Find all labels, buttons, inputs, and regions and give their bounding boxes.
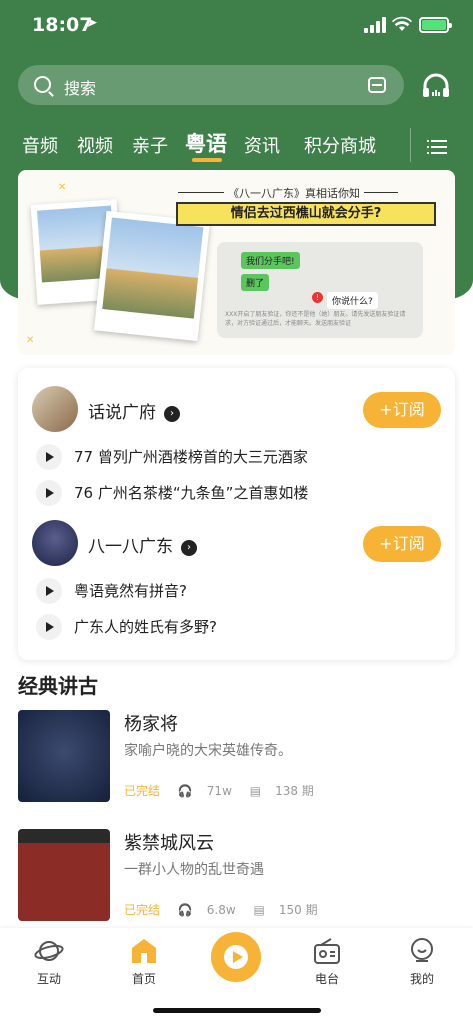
program-avatar[interactable] bbox=[32, 520, 78, 566]
play-icon[interactable] bbox=[36, 578, 62, 604]
episode-title: 粤语竟然有拼音? bbox=[74, 582, 187, 600]
subscribe-button[interactable]: +订阅 bbox=[363, 392, 441, 428]
chat-bubble: 删了 bbox=[241, 274, 270, 291]
error-icon: ! bbox=[312, 292, 323, 303]
play-icon[interactable] bbox=[36, 444, 62, 470]
book-desc: 一群小人物的乱世奇遇 bbox=[124, 862, 264, 878]
program-avatar[interactable] bbox=[32, 386, 78, 432]
book-item[interactable]: 杨家将 家喻户晓的大宋英雄传奇。 已完结 🎧 71w ▤ 138 期 bbox=[18, 710, 455, 802]
chevron-right-icon: › bbox=[164, 406, 180, 422]
program-title[interactable]: 话说广府 › bbox=[88, 398, 180, 423]
episode-item[interactable]: 77 曾列广州酒楼榜首的大三元酒家 bbox=[36, 442, 446, 472]
nav-label: 电台 bbox=[314, 972, 339, 986]
navigation-arrow-icon: ➤ bbox=[86, 15, 98, 31]
search-bar[interactable]: 搜索 bbox=[18, 65, 404, 105]
episode-item[interactable]: 广东人的姓氏有多野? bbox=[36, 612, 446, 642]
episode-item[interactable]: 76 广州名茶楼“九条鱼”之首惠如楼 bbox=[36, 478, 446, 508]
section-title: 经典讲古 bbox=[18, 674, 98, 698]
play-icon[interactable] bbox=[36, 614, 62, 640]
book-meta: 已完结 🎧 71w ▤ 138 期 bbox=[124, 782, 328, 799]
play-circle-icon[interactable] bbox=[211, 932, 261, 982]
subscribe-button[interactable]: +订阅 bbox=[363, 526, 441, 562]
chevron-right-icon: › bbox=[181, 540, 197, 556]
tabs-divider bbox=[410, 128, 411, 162]
status-badge: 已完结 bbox=[124, 903, 161, 917]
list-icon: ▤ bbox=[253, 903, 265, 917]
book-cover bbox=[18, 829, 110, 921]
radio-icon bbox=[314, 938, 340, 964]
banner-title: 《八一八广东》真相话你知 bbox=[224, 185, 364, 201]
subscribe-label: 订阅 bbox=[392, 534, 425, 553]
headphones-icon: 🎧 bbox=[177, 903, 193, 917]
status-bar: 18:07 ➤ bbox=[0, 0, 473, 52]
tab-news[interactable]: 资讯 bbox=[244, 132, 280, 158]
program-title-text: 话说广府 bbox=[88, 403, 156, 423]
cellular-signal-icon bbox=[364, 17, 386, 33]
promo-banner[interactable]: ✕ ✕ ✕ 《八一八广东》真相话你知 情侣去过西樵山就会分手? 我们分手吧! 删… bbox=[18, 170, 455, 355]
book-desc: 家喻户晓的大宋英雄传奇。 bbox=[124, 743, 292, 759]
menu-icon[interactable] bbox=[427, 138, 447, 154]
episode-title: 广东人的姓氏有多野? bbox=[74, 618, 217, 636]
search-input[interactable]: 搜索 bbox=[64, 75, 96, 99]
programs-card: 话说广府 › +订阅 77 曾列广州酒楼榜首的大三元酒家 76 广州名茶楼“九条鱼… bbox=[18, 368, 455, 660]
episode-title: 76 广州名茶楼“九条鱼”之首惠如楼 bbox=[74, 484, 309, 502]
active-tab-indicator bbox=[192, 158, 222, 162]
chat-bubble: 我们分手吧! bbox=[241, 252, 300, 269]
episode-title: 77 曾列广州酒楼榜首的大三元酒家 bbox=[74, 448, 308, 466]
banner-chat-mock: 我们分手吧! 删了 你说什么? ! XXX开启了朋友验证，你还不是他（她）朋友。… bbox=[217, 242, 423, 338]
decor-star: ✕ bbox=[26, 335, 35, 346]
search-icon bbox=[34, 76, 51, 93]
book-title: 杨家将 bbox=[124, 714, 178, 735]
tab-cantonese[interactable]: 粤语 bbox=[185, 128, 227, 158]
headphones-icon: 🎧 bbox=[177, 784, 193, 798]
chat-system-note: XXX开启了朋友验证，你还不是他（她）朋友。请先发送朋友验证请求，对方验证通过后… bbox=[225, 311, 406, 327]
program-item: 话说广府 › +订阅 77 曾列广州酒楼榜首的大三元酒家 76 广州名茶楼“九条鱼… bbox=[18, 386, 455, 526]
nav-label: 首页 bbox=[131, 972, 156, 986]
planet-icon bbox=[34, 941, 64, 961]
nav-interact[interactable]: 互动 bbox=[19, 936, 79, 987]
category-tabs: 音频 视频 亲子 粤语 资讯 积分商城 bbox=[0, 128, 473, 166]
banner-photo bbox=[94, 210, 210, 342]
nav-label: 我的 bbox=[409, 972, 434, 986]
book-meta: 已完结 🎧 6.8w ▤ 150 期 bbox=[124, 901, 332, 918]
nav-label: 互动 bbox=[36, 972, 61, 986]
subscribe-label: 订阅 bbox=[392, 400, 425, 419]
tab-points-mall[interactable]: 积分商城 bbox=[304, 132, 376, 158]
profile-icon bbox=[411, 938, 433, 962]
tab-parenting[interactable]: 亲子 bbox=[132, 132, 168, 158]
book-cover bbox=[18, 710, 110, 802]
program-item: 八一八广东 › +订阅 粤语竟然有拼音? 广东人的姓氏有多野? bbox=[18, 520, 455, 660]
home-indicator bbox=[153, 1008, 321, 1013]
play-icon[interactable] bbox=[36, 480, 62, 506]
book-item[interactable]: 紫禁城风云 一群小人物的乱世奇遇 已完结 🎧 6.8w ▤ 150 期 bbox=[18, 829, 455, 921]
book-title: 紫禁城风云 bbox=[124, 833, 214, 854]
status-badge: 已完结 bbox=[124, 784, 161, 798]
episode-count: 150 期 bbox=[278, 903, 318, 917]
episode-count: 138 期 bbox=[275, 784, 314, 798]
decor-star: ✕ bbox=[58, 182, 67, 193]
tab-audio[interactable]: 音频 bbox=[22, 132, 58, 158]
banner-headline: 情侣去过西樵山就会分手? bbox=[176, 202, 436, 226]
nav-radio[interactable]: 电台 bbox=[297, 936, 357, 987]
home-icon bbox=[132, 939, 156, 963]
wifi-icon bbox=[392, 16, 412, 31]
chat-bubble: 你说什么? bbox=[327, 292, 378, 309]
list-icon: ▤ bbox=[249, 784, 262, 798]
program-title[interactable]: 八一八广东 › bbox=[88, 532, 197, 557]
play-count: 71w bbox=[206, 784, 232, 798]
play-count: 6.8w bbox=[206, 903, 236, 917]
headphones-icon[interactable] bbox=[421, 71, 451, 99]
tab-video[interactable]: 视频 bbox=[77, 132, 113, 158]
episode-item[interactable]: 粤语竟然有拼音? bbox=[36, 576, 446, 606]
battery-charging-icon bbox=[419, 17, 452, 33]
scan-icon[interactable] bbox=[368, 77, 386, 93]
program-title-text: 八一八广东 bbox=[88, 537, 173, 557]
status-time: 18:07 bbox=[32, 14, 93, 36]
nav-profile[interactable]: 我的 bbox=[392, 936, 452, 987]
nav-home[interactable]: 首页 bbox=[114, 936, 174, 987]
